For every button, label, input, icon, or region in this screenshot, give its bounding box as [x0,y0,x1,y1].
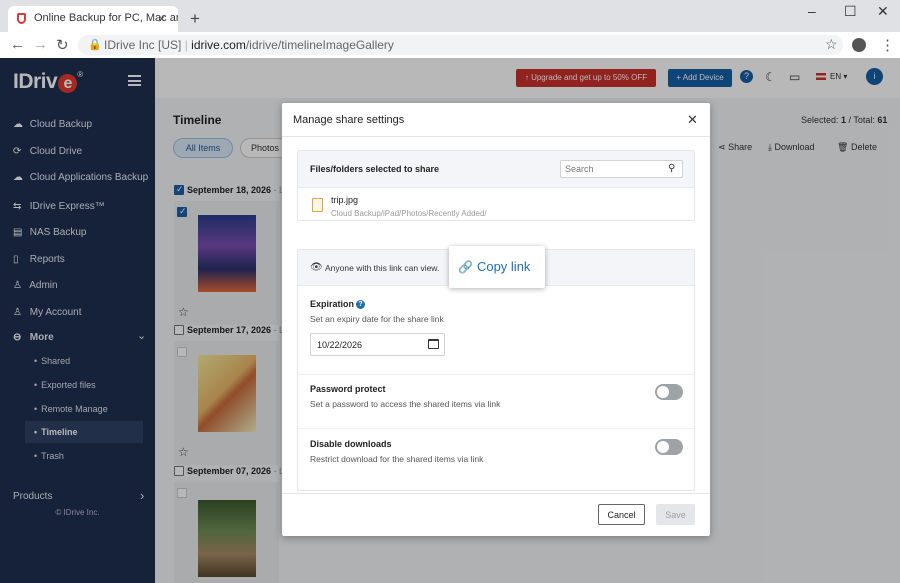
divider [282,136,710,137]
selected-files-panel: Files/folders selected to share ⚲ trip.j… [297,150,695,221]
lock-icon: 🔒 [88,39,102,51]
help-icon[interactable]: ? [356,300,366,309]
idrive-favicon-icon [17,13,26,24]
share-settings-modal: Manage share settings ✕ Files/folders se… [282,103,710,536]
forward-arrow-icon[interactable]: → [33,36,48,53]
minimize-button[interactable]: – [808,3,816,19]
eye-icon: 👁 [310,262,323,273]
password-protect-title: Password protect [310,384,386,394]
search-input[interactable] [560,160,683,178]
image-file-icon [312,198,323,212]
cancel-button[interactable]: Cancel [598,504,645,525]
tab-close-icon[interactable]: × [158,11,166,26]
disable-downloads-description: Restrict download for the shared items v… [310,454,484,464]
calendar-icon[interactable] [428,339,439,349]
browser-chrome: Online Backup for PC, Mac and iPhone × +… [0,0,900,58]
disable-downloads-toggle[interactable] [655,439,683,455]
password-protect-toggle[interactable] [655,384,683,400]
expiration-date-field[interactable] [310,333,445,356]
address-bar[interactable]: 🔒 IDrive Inc [US] | idrive.com/idrive/ti… [78,35,843,55]
divider [298,374,694,375]
divider [298,428,694,429]
file-path: Cloud Backup/iPad/Photos/Recently Added/ [331,209,487,218]
disable-downloads-title: Disable downloads [310,439,392,449]
site-identity: IDrive Inc [US] [104,38,182,52]
bookmark-star-icon[interactable]: ☆ [825,36,838,53]
profile-icon[interactable] [852,38,866,52]
link-access-text: Anyone with this link can view. [325,263,440,273]
file-name: trip.jpg [331,195,359,205]
link-icon: 🔗 [458,260,473,274]
files-panel-title: Files/folders selected to share [310,164,440,174]
browser-menu-icon[interactable]: ⋮ [880,36,895,54]
password-protect-description: Set a password to access the shared item… [310,399,501,409]
url-path: /idrive/timelineImageGallery [245,38,394,52]
reload-icon[interactable]: ↻ [56,36,69,54]
expiration-description: Set an expiry date for the share link [310,314,444,324]
tab-title: Online Backup for PC, Mac and iPhone [34,12,178,24]
browser-tab[interactable]: Online Backup for PC, Mac and iPhone × [8,6,178,32]
new-tab-button[interactable]: + [190,9,200,29]
navigation-bar: ← → ↻ 🔒 IDrive Inc [US] | idrive.com/idr… [0,32,900,58]
url-host: idrive.com [191,38,246,52]
search-icon[interactable]: ⚲ [668,163,675,174]
close-window-button[interactable]: ✕ [877,3,889,20]
back-arrow-icon[interactable]: ← [10,36,25,53]
maximize-button[interactable]: ☐ [844,3,857,20]
save-button[interactable]: Save [656,504,695,525]
close-icon[interactable]: ✕ [687,112,698,128]
divider [282,493,710,494]
modal-title: Manage share settings [293,114,405,126]
copy-link-button[interactable]: 🔗 Copy link [449,246,545,288]
expiration-title: Expiration? [310,299,366,309]
